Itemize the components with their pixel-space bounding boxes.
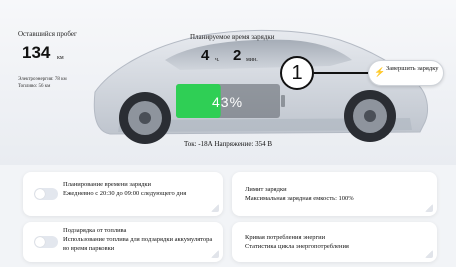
remaining-range-unit: км [57,55,64,61]
fuel-charge-desc: Использование топлива для подзарядки акк… [63,236,213,252]
stop-charging-button[interactable]: ⚡ Завершить зарядку [368,60,444,86]
charge-hours-value: 4 [201,47,210,64]
card-corner-decoration [211,204,219,212]
electric-range: Электроэнергия: 78 км [18,77,67,82]
charge-hours-unit: ч. [215,57,220,63]
fuel-range: Топливо: 56 км [18,84,51,89]
charge-minutes-unit: мин. [246,57,258,63]
fuel-charge-title: Подзарядка от топлива [63,227,127,234]
callout-line [314,72,368,74]
charge-limit-card[interactable]: Лимит зарядки Максимальная зарядная емко… [232,172,437,216]
remaining-range-value: 134 [22,43,51,62]
lightning-bolt-icon: ⚡ [374,67,386,77]
remaining-range-label: Оставшийся пробег [18,30,77,38]
energy-curve-desc: Статистика цикла энергопотребления [245,243,349,250]
stop-charging-label: Завершить зарядку [386,65,439,72]
charge-schedule-desc: Ежедневно с 20:30 до 09:00 следующего дн… [63,190,187,197]
charging-hero: Оставшийся пробег 134 км Электроэнергия:… [0,0,456,165]
callout-marker: 1 [280,56,314,90]
planned-charge-time-label: Планируемое время зарядки [190,33,275,41]
energy-curve-title: Кривая потребления энергии [245,234,326,241]
charge-limit-desc: Максимальная зарядная емкость: 100% [245,195,354,202]
charge-schedule-toggle[interactable] [34,188,58,200]
current-voltage-readout: Ток: -18А Напряжение: 354 В [183,140,273,148]
charge-schedule-card[interactable]: Планирование времени зарядки Ежедневно с… [23,172,223,216]
card-corner-decoration [425,250,433,258]
card-corner-decoration [211,250,219,258]
energy-curve-card[interactable]: Кривая потребления энергии Статистика ци… [232,222,437,262]
card-corner-decoration [425,204,433,212]
charge-limit-title: Лимит зарядки [245,186,287,193]
fuel-charge-toggle[interactable] [34,236,58,248]
charge-minutes-value: 2 [233,47,242,64]
battery-percent: 43% [212,94,244,110]
charge-schedule-title: Планирование времени зарядки [63,181,152,188]
fuel-charge-card[interactable]: Подзарядка от топлива Использование топл… [23,222,223,262]
